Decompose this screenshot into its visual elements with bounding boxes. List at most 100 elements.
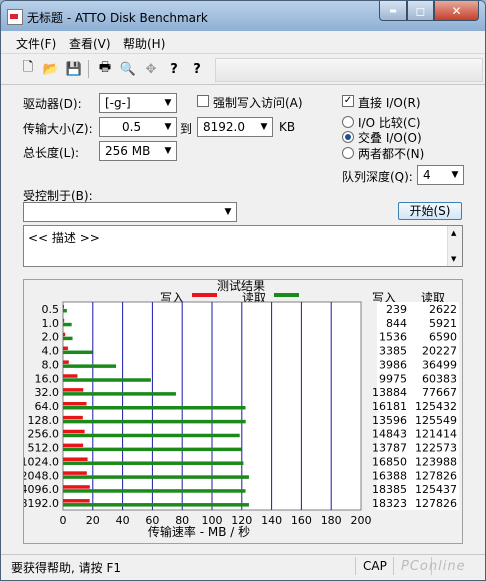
direct-io-checkbox[interactable]: ✓ bbox=[342, 95, 354, 107]
table-read-value: 127826 bbox=[415, 469, 457, 482]
bar-read bbox=[63, 447, 242, 452]
bar-read bbox=[63, 433, 240, 438]
menu-bar: 文件(F) 查看(V) 帮助(H) bbox=[1, 31, 485, 54]
context-help-icon[interactable]: ? bbox=[188, 60, 206, 78]
x-axis-label: 传输速率 - MB / 秒 bbox=[148, 524, 250, 539]
menu-file[interactable]: 文件(F) bbox=[16, 35, 56, 52]
chevron-down-icon: ▼ bbox=[260, 122, 268, 132]
table-write-value: 3385 bbox=[379, 345, 407, 358]
table-read-value: 6590 bbox=[429, 331, 457, 344]
table-write-value: 844 bbox=[386, 317, 407, 330]
chevron-down-icon: ▼ bbox=[224, 207, 232, 217]
move-icon[interactable]: ✥ bbox=[142, 60, 160, 78]
table-read-value: 127826 bbox=[415, 497, 457, 510]
category-label: 8192.0 bbox=[24, 497, 59, 510]
bar-read bbox=[63, 489, 246, 493]
table-read-value: 121414 bbox=[415, 428, 457, 441]
direct-io-label: 直接 I/O(R) bbox=[358, 96, 421, 110]
start-button[interactable]: 开始(S) bbox=[398, 202, 462, 220]
category-label: 2.0 bbox=[42, 331, 60, 344]
bar-read bbox=[63, 308, 67, 313]
table-read-value: 125432 bbox=[415, 400, 457, 413]
bar-read bbox=[63, 475, 249, 479]
table-read-value: 20227 bbox=[422, 345, 457, 358]
neither-radio[interactable] bbox=[342, 147, 354, 159]
transfer-to-select[interactable]: 8192.0 ▼ bbox=[197, 117, 273, 137]
table-read-value: 77667 bbox=[422, 386, 457, 399]
title-bar[interactable]: 无标题 - ATTO Disk Benchmark ▬ ◻ ✕ bbox=[1, 1, 485, 31]
new-file-icon[interactable]: 🗋 bbox=[19, 60, 37, 78]
chevron-down-icon: ▼ bbox=[451, 170, 459, 180]
category-label: 4.0 bbox=[42, 345, 60, 358]
bar-write bbox=[63, 332, 66, 337]
close-button[interactable]: ✕ bbox=[434, 1, 479, 21]
bar-write bbox=[63, 304, 64, 309]
status-help-text: 要获得帮助, 请按 F1 bbox=[11, 561, 121, 575]
total-length-value: 256 MB bbox=[105, 144, 151, 158]
x-tick-label: 140 bbox=[261, 514, 282, 527]
table-write-value: 16850 bbox=[372, 455, 407, 468]
bar-read bbox=[63, 336, 73, 341]
transfer-to-label: 到 bbox=[180, 122, 193, 136]
table-write-value: 13884 bbox=[372, 386, 407, 399]
category-label: 1024.0 bbox=[24, 455, 59, 468]
scroll-up-icon[interactable]: ▲ bbox=[451, 229, 456, 237]
scroll-down-icon[interactable]: ▼ bbox=[451, 255, 456, 263]
transfer-from-select[interactable]: 0.5 ▼ bbox=[99, 117, 177, 137]
menu-view[interactable]: 查看(V) bbox=[69, 35, 111, 52]
table-read-value: 5921 bbox=[429, 317, 457, 330]
status-divider bbox=[355, 557, 356, 575]
category-label: 4096.0 bbox=[24, 483, 59, 496]
bar-read bbox=[63, 419, 246, 424]
print-preview-icon[interactable]: 🔍 bbox=[119, 60, 137, 78]
results-panel: 测试结果 写入 读取 写入 读取 0.5 1.0 2.0 4.0 8.0 16.0 32.0… bbox=[23, 279, 463, 544]
transfer-size-label: 传输大小(Z): bbox=[23, 122, 93, 136]
legend-read-swatch bbox=[274, 293, 299, 297]
open-folder-icon[interactable]: 📂 bbox=[42, 60, 60, 78]
category-label: 2048.0 bbox=[24, 469, 59, 482]
table-write-value: 18323 bbox=[372, 497, 407, 510]
bar-read bbox=[63, 503, 249, 507]
category-label: 256.0 bbox=[28, 428, 60, 441]
chevron-down-icon: ▼ bbox=[164, 122, 172, 132]
bar-read bbox=[63, 350, 93, 355]
force-write-label: 强制写入访问(A) bbox=[213, 96, 303, 110]
table-read-value: 123988 bbox=[415, 455, 457, 468]
help-icon[interactable]: ? bbox=[165, 60, 183, 78]
x-tick-label: 40 bbox=[116, 514, 130, 527]
bar-write bbox=[63, 374, 78, 378]
controlled-by-select[interactable]: ▼ bbox=[23, 202, 237, 222]
queue-depth-select[interactable]: 4 ▼ bbox=[417, 165, 464, 185]
close-icon: ✕ bbox=[451, 3, 462, 18]
io-compare-radio[interactable] bbox=[342, 116, 354, 128]
description-scrollbar[interactable]: ▲ ▼ bbox=[447, 226, 462, 266]
category-label: 8.0 bbox=[42, 358, 60, 371]
x-tick-label: 200 bbox=[351, 514, 372, 527]
window-title: 无标题 - ATTO Disk Benchmark bbox=[27, 11, 208, 25]
bar-read bbox=[63, 406, 246, 410]
chevron-down-icon: ▼ bbox=[164, 146, 172, 156]
menu-help[interactable]: 帮助(H) bbox=[123, 35, 165, 52]
bar-write bbox=[63, 318, 65, 323]
table-read-value: 125549 bbox=[415, 414, 457, 427]
category-label: 512.0 bbox=[28, 442, 60, 455]
table-read-value: 125437 bbox=[415, 483, 457, 496]
drive-label: 驱动器(D): bbox=[23, 97, 82, 111]
print-icon[interactable]: 🖶 bbox=[96, 60, 114, 78]
overlapped-io-radio[interactable] bbox=[342, 131, 354, 143]
bar-write bbox=[63, 485, 90, 489]
save-icon[interactable]: 💾 bbox=[65, 60, 83, 78]
bar-read bbox=[63, 461, 244, 465]
drive-select[interactable]: [-g-] ▼ bbox=[99, 93, 177, 113]
total-length-select[interactable]: 256 MB ▼ bbox=[99, 141, 177, 161]
minimize-button[interactable]: ▬ bbox=[379, 1, 407, 21]
maximize-icon: ◻ bbox=[415, 3, 426, 18]
maximize-button[interactable]: ◻ bbox=[407, 1, 434, 21]
force-write-checkbox[interactable] bbox=[197, 95, 209, 107]
description-textarea[interactable]: << 描述 >> ▲ ▼ bbox=[23, 225, 463, 267]
results-chart: 测试结果 写入 读取 写入 读取 0.51.02.04.08.016.032.0… bbox=[24, 280, 459, 539]
table-write-value: 13787 bbox=[372, 442, 407, 455]
overlapped-io-label: 交叠 I/O(O) bbox=[358, 131, 422, 145]
bar-write bbox=[63, 471, 87, 475]
window-controls: ▬ ◻ ✕ bbox=[379, 1, 479, 21]
